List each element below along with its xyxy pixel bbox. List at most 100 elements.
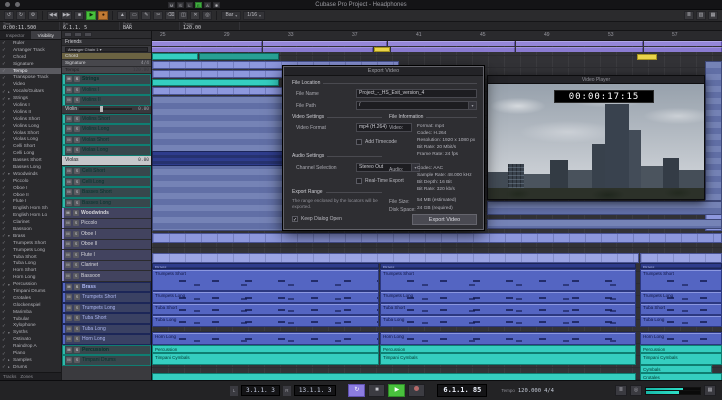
mute-button[interactable]: M [66, 97, 72, 104]
record-button[interactable] [408, 384, 426, 397]
clip[interactable] [388, 41, 515, 46]
clip-tuba-short[interactable]: Tuba Short [640, 303, 722, 315]
sidebar-item-samples[interactable]: ✓ ▸ Samples [0, 357, 61, 364]
titlebar-chip[interactable]: L [186, 2, 193, 8]
sidebar-item-ruler[interactable]: ✓ Ruler [0, 40, 61, 47]
clip-tuba-short[interactable]: Tuba Short [152, 303, 379, 315]
timeline-ruler[interactable]: 25 29 33 37 41 45 49 53 57 [152, 31, 722, 41]
track-header-timpani-drums[interactable]: M S Timpani Drums [62, 355, 151, 366]
titlebar-chip[interactable]: A [204, 2, 211, 8]
sidebar-item-english-horn-lo[interactable]: ✓ English Horn Lo [0, 212, 61, 219]
sidebar-item-piano[interactable]: ✓ Piano [0, 350, 61, 357]
sidebar-item-english-horn-sh[interactable]: ✓ English Horn Sh [0, 205, 61, 212]
solo-button[interactable]: S [74, 147, 80, 154]
mute-button[interactable]: M [66, 283, 72, 290]
setup-icon[interactable]: ⚙ [28, 11, 38, 20]
solo-button[interactable]: S [74, 115, 80, 122]
mute-button[interactable]: M [66, 126, 72, 133]
automation-icon[interactable]: ≣ [684, 11, 694, 20]
file-path-browse-button[interactable]: ▾ [468, 102, 476, 109]
record-icon[interactable]: ● [98, 11, 109, 20]
left-zone-tab-zones[interactable]: Zones [20, 373, 33, 380]
clip-trumpets-long[interactable]: Trumpets Long [640, 291, 722, 303]
redo-icon[interactable]: ↻ [16, 11, 26, 20]
track-header-chord[interactable]: Chord [62, 53, 151, 60]
signature-value[interactable]: 4/4 [544, 388, 554, 394]
file-path-input[interactable]: / ▾ [356, 101, 477, 110]
titlebar-chip[interactable]: S [177, 2, 184, 8]
sidebar-item-raindrop-a[interactable]: ✓ Raindrop A [0, 343, 61, 350]
clip[interactable] [152, 233, 722, 243]
track-header-violin[interactable]: Violin 0.00 [62, 105, 151, 114]
track-header-brass[interactable]: M S Brass [62, 281, 151, 292]
sidebar-item-crotales[interactable]: ✓ Crotales [0, 295, 61, 302]
sidebar-item-piccolo[interactable]: ✓ Piccolo [0, 178, 61, 185]
track-header-flute-i[interactable]: M S Flute I [62, 250, 151, 261]
clip[interactable] [391, 47, 515, 52]
clip[interactable] [637, 54, 657, 60]
mute-tool-icon[interactable]: ✕ [190, 11, 201, 20]
mute-button[interactable]: M [66, 304, 72, 311]
sidebar-item-marimba[interactable]: ✓ Marimba [0, 309, 61, 316]
sidebar-item-violins-long[interactable]: ✓ Violins Long [0, 123, 61, 130]
titlebar-chip[interactable]: E [195, 2, 202, 8]
track-header-basses-short[interactable]: M S Basses Short [62, 187, 151, 198]
solo-button[interactable]: S [74, 357, 80, 364]
clip-cymbals[interactable]: Cymbals [640, 365, 712, 373]
clip[interactable] [644, 47, 722, 52]
draw-tool-icon[interactable]: ✎ [141, 11, 152, 20]
mute-button[interactable]: M [65, 241, 71, 248]
sidebar-item-trumpets-short[interactable]: ✓ Trumpets Short [0, 240, 61, 247]
cycle-button[interactable]: ↻ [348, 384, 366, 397]
sidebar-item-violins-short[interactable]: ✓ Violins Short [0, 116, 61, 123]
solo-button[interactable]: S [74, 97, 80, 104]
clip-tuba-long[interactable]: Tuba Long [152, 315, 379, 327]
clip-timpani-cymbals[interactable]: Timpani Cymbals [152, 353, 379, 365]
clip[interactable] [644, 41, 722, 46]
sync-icon[interactable]: ◎ [630, 385, 642, 396]
grid-icon[interactable]: ▦ [708, 11, 718, 20]
sidebar-item-violins-ii[interactable]: ✓ Violins II [0, 109, 61, 116]
track-header-violins-short[interactable]: M S Violins Short [62, 113, 151, 124]
solo-button[interactable]: S [73, 262, 79, 269]
solo-button[interactable]: S [73, 241, 79, 248]
sidebar-item-xylophone[interactable]: ✓ Xylophone [0, 323, 61, 330]
channel-selection-dropdown[interactable]: Stereo Out ▾ [356, 163, 420, 172]
mute-button[interactable]: M [66, 189, 72, 196]
export-video-button[interactable]: Export Video [412, 214, 477, 225]
stop-icon[interactable]: ■ [74, 11, 85, 20]
track-header-oboe-i[interactable]: M S Oboe I [62, 229, 151, 240]
rewind-icon[interactable]: ◀◀ [47, 11, 59, 20]
mute-button[interactable]: M [66, 199, 72, 206]
mute-button[interactable]: M [66, 178, 72, 185]
sidebar-item-brass[interactable]: ✓ ▾ Brass [0, 233, 61, 240]
sidebar-item-chord[interactable]: ✓ Chord [0, 54, 61, 61]
clip-percussion[interactable]: Percussion [380, 345, 636, 353]
clip-timpani-cymbals[interactable]: Timpani Cymbals [380, 353, 636, 365]
track-header-horn-long[interactable]: M S Horn Long [62, 334, 151, 345]
erase-tool-icon[interactable]: ⌫ [165, 11, 177, 20]
stop-button[interactable]: ■ [368, 384, 386, 397]
clip-tuba-long[interactable]: Tuba Long [640, 315, 722, 327]
mute-button[interactable]: M [66, 168, 72, 175]
track-header-signature[interactable]: Signature 4/4 [62, 60, 151, 67]
clip[interactable] [374, 47, 390, 52]
sidebar-item-arranger-track[interactable]: ✓ Arranger Track [0, 47, 61, 54]
clip[interactable] [487, 219, 722, 229]
track-header-arranger-chain-1[interactable]: Arranger Chain 1 ▾ [62, 46, 151, 53]
track-header-trumpets-short[interactable]: M S Trumpets Short [62, 292, 151, 303]
track-header-percussion[interactable]: M S Percussion [62, 344, 151, 355]
range-tool-icon[interactable]: ▭ [129, 11, 140, 20]
glue-tool-icon[interactable]: ◫ [178, 11, 189, 20]
sidebar-item-percussion[interactable]: ✓ ▾ Percussion [0, 281, 61, 288]
track-header-violas-long[interactable]: M S Violas Long [62, 145, 151, 156]
sidebar-item-oboe-ii[interactable]: ✓ Oboe II [0, 192, 61, 199]
solo-button[interactable]: S [74, 283, 80, 290]
sidebar-item-celli-short[interactable]: ✓ Celli Short [0, 143, 61, 150]
clip-crotales[interactable]: Crotales [640, 373, 722, 380]
solo-button[interactable]: S [74, 199, 80, 206]
sidebar-item-tubular[interactable]: ✓ Tubular [0, 316, 61, 323]
track-add-button[interactable] [84, 32, 92, 37]
sidebar-item-ostinato[interactable]: ✓ Ostinato [0, 336, 61, 343]
play-button[interactable]: ▶ [388, 384, 406, 397]
